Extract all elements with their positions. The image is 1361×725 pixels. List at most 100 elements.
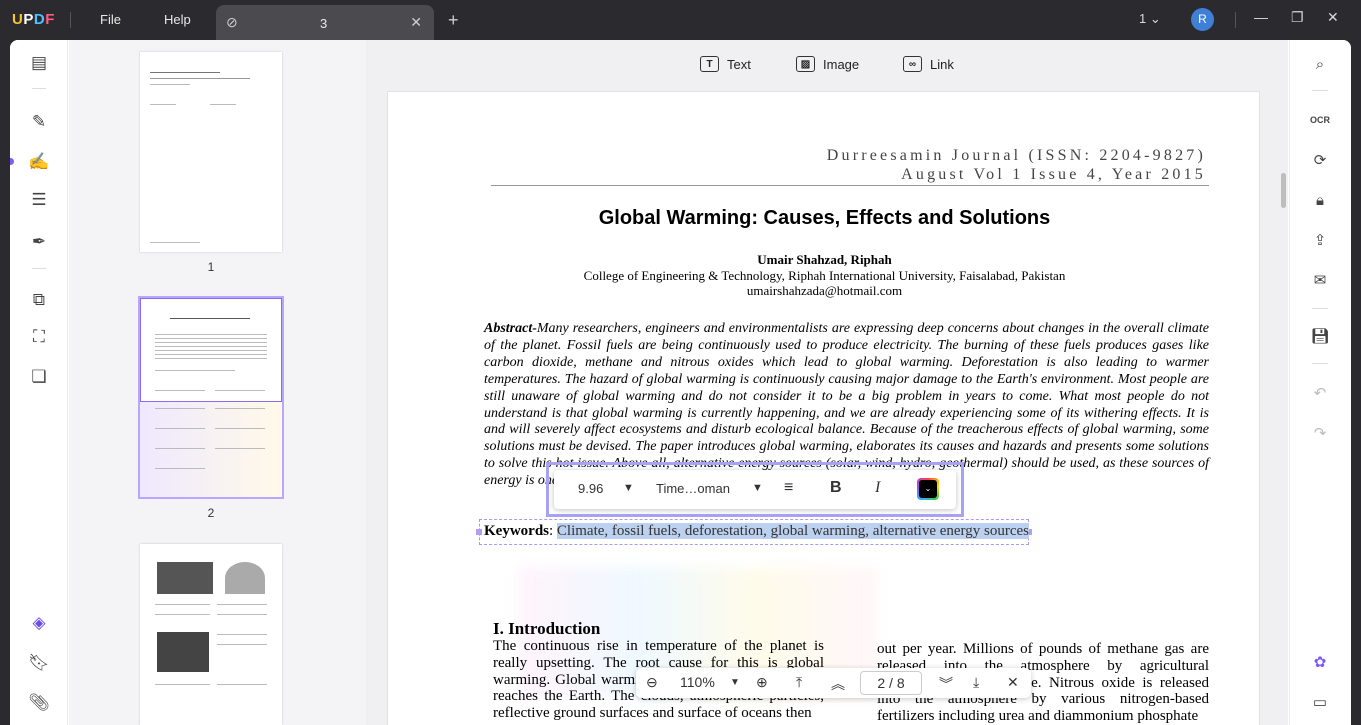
divider: [1312, 90, 1328, 91]
page-thumbnail[interactable]: [140, 544, 282, 725]
attachment-icon[interactable]: 📎︎: [27, 691, 51, 715]
avatar[interactable]: R: [1191, 8, 1214, 31]
fill-sign-icon[interactable]: ✒: [27, 230, 51, 254]
page-number-input[interactable]: 2 / 8: [860, 671, 922, 695]
author-name[interactable]: Umair Shahzad, Riphah: [362, 252, 1287, 268]
left-tool-rail: ▤ ✎ ✍ ☰ ✒ ⧉ ⛶ ❏ ◈ 🔖︎ 📎︎: [10, 40, 68, 725]
edit-off-icon: ⊘: [226, 14, 238, 30]
divider: [1312, 308, 1328, 309]
text-format-popup: 9.96 ▼ Time…oman ▼ ≡ B I ⌄: [546, 462, 964, 517]
share-icon[interactable]: ⇪: [1309, 229, 1331, 251]
feedback-icon[interactable]: ▭: [1309, 691, 1331, 713]
add-text-button[interactable]: T Text: [700, 56, 751, 72]
minimize-icon[interactable]: —: [1254, 9, 1268, 25]
active-indicator: [10, 158, 14, 165]
title-bar: UPDF File Help ⊘ 3 ✕ + 1 ⌄ R — ❐ ✕: [0, 0, 1361, 40]
image-label: Image: [823, 56, 860, 72]
add-link-button[interactable]: ∞ Link: [903, 56, 954, 72]
updf-logo: UPDF: [12, 11, 55, 28]
link-label: Link: [930, 56, 954, 72]
zoom-chevron-icon[interactable]: ▼: [730, 677, 740, 688]
thumbnail-label: 2: [207, 506, 215, 520]
crop-icon[interactable]: ⛶: [27, 325, 51, 349]
divider: [1312, 363, 1328, 364]
divider: [32, 268, 46, 269]
selected-keywords-text[interactable]: Climate, fossil fuels, deforestation, gl…: [556, 523, 1030, 539]
page-thumbnail[interactable]: [140, 52, 282, 252]
keywords-line[interactable]: Keywords: Climate, fossil fuels, defores…: [484, 523, 1030, 540]
resize-handle[interactable]: [476, 529, 482, 535]
journal-header[interactable]: Durreesamin Journal (ISSN: 2204-9827) Au…: [827, 146, 1206, 184]
author-email[interactable]: umairshahzada@hotmail.com: [362, 283, 1287, 299]
divider: [32, 88, 46, 89]
italic-button[interactable]: I: [875, 479, 880, 497]
protect-icon[interactable]: 🔒︎: [1309, 189, 1331, 211]
tools-icon[interactable]: ❏: [27, 365, 51, 389]
previous-page-icon[interactable]: ︽: [831, 674, 845, 694]
document-area: T Text ▨ Image ∞ Link Durreesamin Journa…: [366, 40, 1288, 725]
align-left-icon[interactable]: ≡: [784, 479, 793, 497]
text-icon: T: [700, 56, 719, 72]
window-count-dropdown[interactable]: 1 ⌄: [1139, 11, 1161, 27]
right-tool-rail: ⌕ OCR ⟳ 🔒︎ ⇪ ✉ 💾︎ ↶ ↷ ✿ ▭: [1289, 40, 1351, 725]
new-tab-icon[interactable]: +: [448, 10, 459, 31]
format-toolbar: 9.96 ▼ Time…oman ▼ ≡ B I ⌄: [554, 470, 956, 509]
save-icon[interactable]: 💾︎: [1309, 325, 1331, 347]
image-icon: ▨: [796, 56, 815, 72]
add-image-button[interactable]: ▨ Image: [796, 56, 859, 72]
pdf-page: Durreesamin Journal (ISSN: 2204-9827) Au…: [387, 91, 1260, 725]
email-icon[interactable]: ✉: [1309, 269, 1331, 291]
keywords-label: Keywords: [484, 523, 549, 539]
convert-icon[interactable]: ⟳: [1309, 149, 1331, 171]
text-color-button[interactable]: ⌄: [917, 478, 939, 500]
vertical-scrollbar[interactable]: [1281, 173, 1286, 208]
zoom-level[interactable]: 110%: [680, 674, 715, 690]
tab-title: 3: [320, 16, 328, 31]
close-nav-icon[interactable]: ✕: [1007, 674, 1019, 691]
font-family-select[interactable]: Time…oman: [656, 481, 730, 496]
divider: [1235, 12, 1236, 28]
next-page-icon[interactable]: ︾: [939, 674, 953, 694]
introduction-heading[interactable]: I. Introduction: [493, 619, 600, 639]
bookmark-icon[interactable]: 🔖︎: [27, 651, 51, 675]
redo-icon[interactable]: ↷: [1309, 422, 1331, 444]
bold-button[interactable]: B: [830, 479, 842, 497]
search-icon[interactable]: ⌕: [1309, 53, 1331, 75]
color-chevron-icon: ⌄: [919, 480, 937, 498]
journal-line-2: August Vol 1 Issue 4, Year 2015: [901, 166, 1206, 183]
divider: [70, 12, 71, 28]
first-page-icon[interactable]: ⤒: [796, 674, 802, 691]
organize-pages-icon[interactable]: ⧉: [27, 288, 51, 312]
page-thumbnail-selected[interactable]: [138, 296, 284, 499]
zoom-navigation-bar: ⊖ 110% ▼ ⊕ ⤒ ︽ 2 / 8 ︾ ⤓ ✕: [636, 668, 1031, 698]
tab-close-icon[interactable]: ✕: [410, 14, 422, 31]
author-affiliation[interactable]: College of Engineering & Technology, Rip…: [362, 268, 1287, 284]
restore-icon[interactable]: ❐: [1291, 9, 1304, 26]
thumbnail-panel: 1 2: [69, 40, 366, 725]
edit-toolbar: T Text ▨ Image ∞ Link: [366, 40, 1288, 90]
ai-assistant-icon[interactable]: ✿: [1309, 651, 1331, 673]
document-tab[interactable]: ⊘ 3 ✕: [216, 5, 434, 40]
app-window: ▤ ✎ ✍ ☰ ✒ ⧉ ⛶ ❏ ◈ 🔖︎ 📎︎ 1 2 T Text ▨ Ima…: [10, 40, 1351, 725]
comment-icon[interactable]: ✎: [27, 110, 51, 134]
last-page-icon[interactable]: ⤓: [973, 674, 979, 691]
edit-pdf-icon[interactable]: ✍: [27, 150, 51, 174]
menu-file[interactable]: File: [100, 12, 121, 27]
undo-icon[interactable]: ↶: [1309, 382, 1331, 404]
reader-icon[interactable]: ▤: [27, 51, 51, 75]
paper-title[interactable]: Global Warming: Causes, Effects and Solu…: [362, 207, 1287, 230]
journal-line-1: Durreesamin Journal (ISSN: 2204-9827): [826, 147, 1206, 164]
link-icon: ∞: [903, 56, 922, 72]
zoom-in-icon[interactable]: ⊕: [756, 674, 768, 691]
close-window-icon[interactable]: ✕: [1327, 9, 1339, 26]
header-rule: [491, 185, 1209, 186]
form-icon[interactable]: ☰: [27, 188, 51, 212]
zoom-out-icon[interactable]: ⊖: [646, 674, 658, 691]
menu-help[interactable]: Help: [164, 12, 191, 27]
font-family-chevron-icon[interactable]: ▼: [752, 482, 763, 494]
layers-icon[interactable]: ◈: [27, 611, 51, 635]
font-size-select[interactable]: 9.96: [578, 481, 603, 496]
ocr-icon[interactable]: OCR: [1309, 109, 1331, 131]
text-label: Text: [727, 56, 751, 72]
font-size-chevron-icon[interactable]: ▼: [623, 482, 634, 494]
